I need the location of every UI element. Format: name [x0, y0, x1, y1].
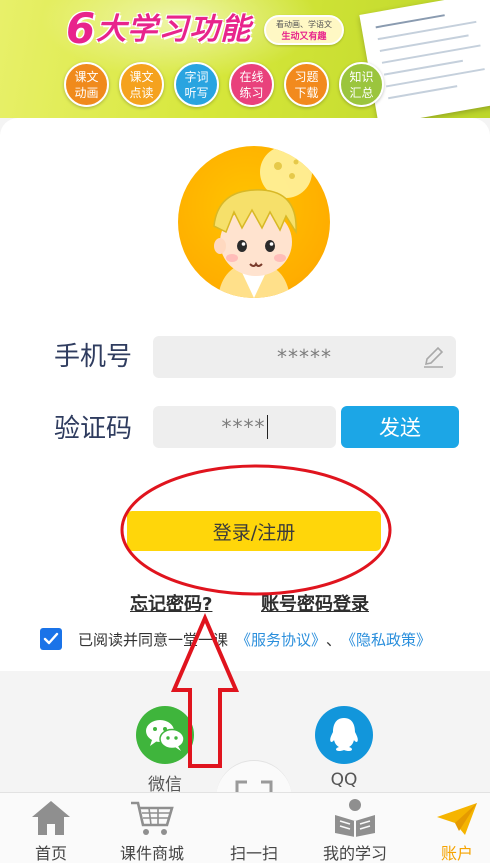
feature-badge: 习题 下载 — [284, 62, 329, 107]
edit-icon[interactable] — [420, 344, 446, 370]
login-card: 手机号 ***** 验证码 **** 发送 登录/注册 忘记密码? 账号密码登录… — [0, 118, 490, 671]
agreement-row: 已阅读并同意一堂一课 《服务协议》 、 《隐私政策》 — [40, 628, 431, 650]
text-caret — [266, 415, 268, 439]
phone-value: ***** — [277, 345, 332, 369]
nav-account-label: 账户 — [440, 844, 473, 863]
feature-badge: 知识 汇总 — [339, 62, 384, 107]
nav-scan-label: 扫一扫 — [229, 844, 278, 863]
qq-label: QQ — [330, 770, 358, 790]
home-icon — [32, 801, 70, 835]
nav-learning-label: 我的学习 — [322, 844, 387, 863]
nav-home[interactable]: 首页 — [2, 793, 100, 863]
banner-title-number: 6 — [66, 4, 97, 53]
agree-text: 已阅读并同意一堂一课 — [78, 630, 229, 649]
agree-checkbox[interactable] — [40, 628, 62, 650]
cartoon-boy-icon — [213, 146, 312, 298]
phone-label: 手机号 — [54, 342, 133, 372]
bottom-nav: 首页 课件商城 扫一扫 我的学习 账户 — [0, 792, 490, 863]
feature-label: 课文 动画 — [74, 69, 99, 100]
code-label: 验证码 — [54, 414, 133, 444]
cart-icon — [131, 801, 174, 835]
agreement-separator: 、 — [326, 630, 342, 649]
wechat-login[interactable]: 微信 — [135, 706, 195, 795]
paper-plane-icon — [437, 803, 477, 835]
slogan-line-1: 看动画、学语文 — [276, 20, 332, 29]
phone-input[interactable]: ***** — [153, 336, 456, 378]
feature-label: 习题 下载 — [294, 69, 319, 100]
feature-label: 字词 听写 — [184, 69, 209, 100]
feature-label: 在线 练习 — [239, 69, 264, 100]
nav-account[interactable]: 账户 — [408, 793, 490, 863]
avatar — [178, 146, 330, 298]
privacy-policy-link[interactable]: 《隐私政策》 — [341, 629, 431, 650]
feature-label: 知识 汇总 — [349, 69, 374, 100]
feature-badge: 在线 练习 — [229, 62, 274, 107]
send-code-button[interactable]: 发送 — [341, 406, 459, 448]
banner-title-text: 大学习功能 — [96, 12, 252, 47]
nav-home-label: 首页 — [34, 844, 67, 863]
nav-my-learning[interactable]: 我的学习 — [306, 793, 404, 863]
feature-row: 课文 动画 课文 点读 字词 听写 在线 练习 习题 下载 知识 汇总 — [64, 62, 384, 107]
promo-banner[interactable]: 6大学习功能 看动画、学语文 生动又有趣 课文 动画 课文 点读 字词 听写 在… — [0, 0, 490, 118]
service-agreement-link[interactable]: 《服务协议》 — [236, 629, 326, 650]
nav-store-label: 课件商城 — [119, 844, 184, 863]
wechat-icon[interactable] — [136, 706, 194, 764]
feature-badge: 字词 听写 — [174, 62, 219, 107]
forgot-password-link[interactable]: 忘记密码? — [130, 590, 212, 616]
login-register-button[interactable]: 登录/注册 — [127, 511, 381, 551]
qq-icon[interactable] — [315, 706, 373, 764]
banner-slogan: 看动画、学语文 生动又有趣 — [264, 15, 344, 45]
checkmark-icon — [43, 632, 59, 645]
verification-code-input[interactable]: **** — [153, 406, 336, 448]
password-login-link[interactable]: 账号密码登录 — [261, 590, 369, 616]
qq-login[interactable]: QQ — [314, 706, 374, 790]
banner-title: 6大学习功能 — [66, 4, 251, 53]
reading-icon — [335, 799, 375, 837]
feature-label: 课文 点读 — [129, 69, 154, 100]
nav-scan[interactable]: 扫一扫 — [205, 793, 303, 863]
feature-badge: 课文 动画 — [64, 62, 109, 107]
nav-courseware-store[interactable]: 课件商城 — [103, 793, 201, 863]
code-value: **** — [221, 415, 266, 439]
feature-badge: 课文 点读 — [119, 62, 164, 107]
slogan-line-2: 生动又有趣 — [281, 32, 327, 42]
